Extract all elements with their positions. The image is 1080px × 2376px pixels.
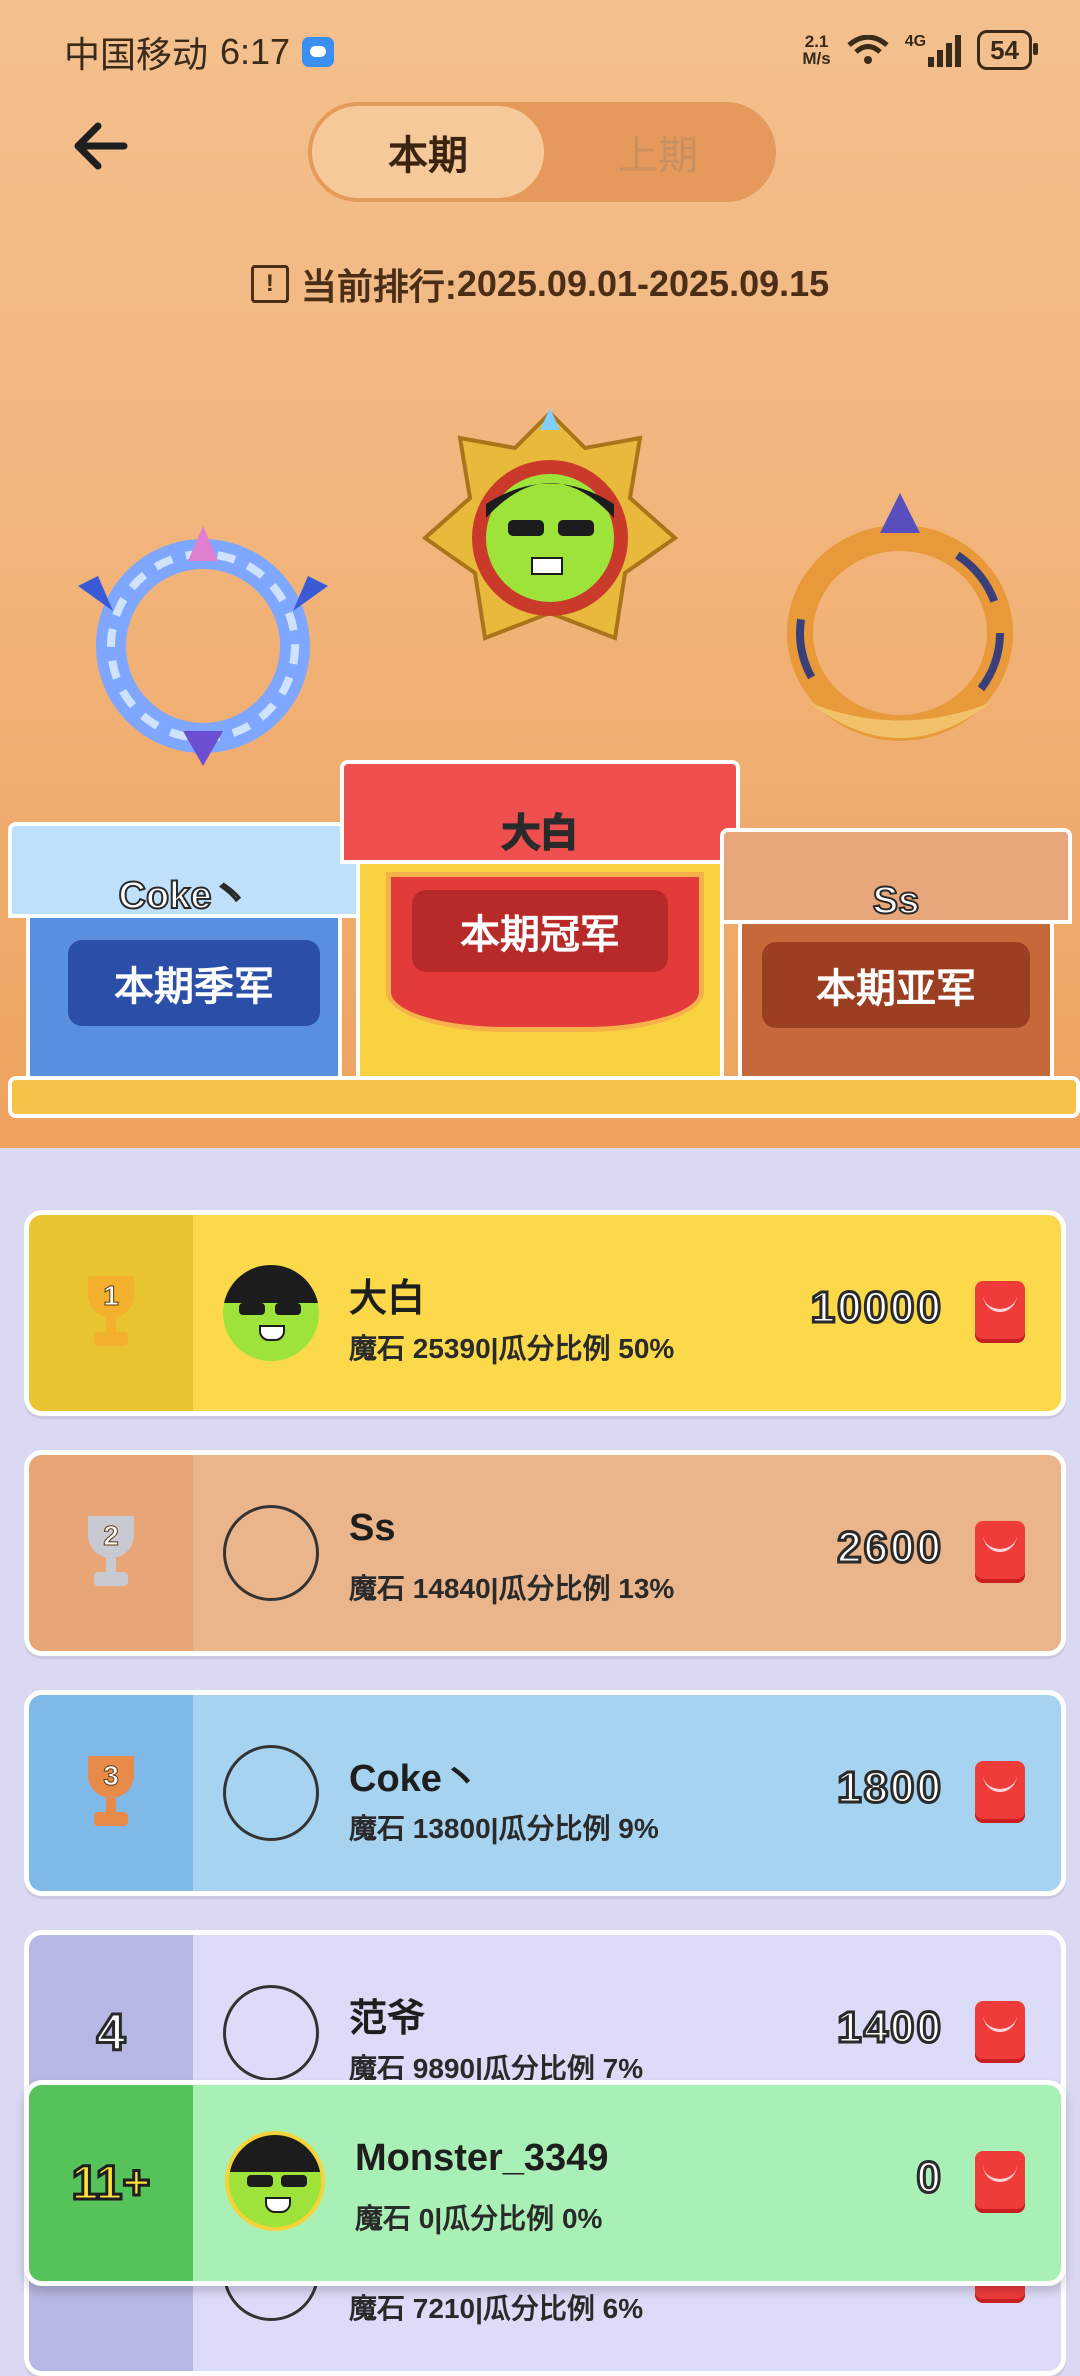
period-info: ! 当前排行: 2025.09.01-2025.09.15 [0, 258, 1080, 310]
weather-icon [302, 37, 335, 67]
rank-cell: 1 [29, 1215, 193, 1411]
red-envelope-icon [975, 2001, 1025, 2063]
podium-first-name: 大白 [501, 812, 579, 856]
my-stats: 魔石 0|瓜分比例 0% [355, 2203, 603, 2234]
username: Ss [349, 1507, 396, 1549]
user-stats: 魔石 14840|瓜分比例 13% [349, 1573, 675, 1604]
my-rank-row[interactable]: 11+ Monster_3349 魔石 0|瓜分比例 0% 0 [24, 2080, 1066, 2286]
my-prize: 0 [915, 2152, 943, 2204]
avatar [223, 1745, 319, 1841]
speed-value: 2.1 [804, 32, 829, 51]
rank-number: 1 [103, 1280, 120, 1312]
network-type: 4G [904, 33, 927, 50]
third-place-frame [78, 526, 328, 766]
podium-third: Coke丶 本期季军 [8, 822, 360, 1084]
carrier: 中国移动 [64, 34, 209, 75]
battery-indicator: 54 [977, 30, 1038, 70]
podium-third-name: Coke丶 [118, 874, 251, 918]
status-right: 2.1 M/s 4G 54 [802, 30, 1038, 70]
prize-amount: 1800 [836, 1762, 943, 1814]
prize-amount: 2600 [836, 1522, 943, 1574]
top-section: 中国移动 6:17 2.1 M/s 4G 54 本期 上期 ! 当前排行: 20… [0, 0, 1080, 1148]
username: Coke丶 [349, 1758, 480, 1800]
rank-number: 3 [103, 1760, 120, 1792]
red-envelope-icon [975, 1521, 1025, 1583]
my-rank-number: 11+ [70, 2155, 152, 2211]
my-rank-cell: 11+ [29, 2085, 193, 2281]
prize-amount: 1400 [836, 2002, 943, 2054]
period-label: 当前排行: [300, 266, 457, 307]
trophy-icon: 1 [80, 1276, 142, 1350]
signal-icon [928, 33, 962, 67]
status-left: 中国移动 6:17 [64, 26, 335, 78]
champion-frame [421, 408, 679, 641]
period-tabs: 本期 上期 [308, 102, 776, 202]
avatar [223, 1265, 319, 1361]
period-range: 2025.09.01-2025.09.15 [456, 263, 830, 304]
avatar [223, 1985, 319, 2081]
user-stats: 魔石 13800|瓜分比例 9% [349, 1813, 659, 1844]
red-envelope-icon [975, 1761, 1025, 1823]
tab-previous-period[interactable]: 上期 [544, 106, 772, 198]
podium-stage-base [8, 1076, 1080, 1118]
status-bar: 中国移动 6:17 2.1 M/s 4G 54 [0, 0, 1080, 100]
podium-first-title: 本期冠军 [412, 890, 668, 972]
avatar [223, 1505, 319, 1601]
info-icon: ! [250, 265, 289, 303]
red-envelope-icon [975, 2151, 1025, 2213]
rank-cell: 2 [29, 1455, 193, 1651]
trophy-icon: 3 [80, 1756, 142, 1830]
my-avatar [225, 2131, 325, 2231]
rank-cell: 3 [29, 1695, 193, 1891]
leaderboard-row[interactable]: 3 Coke丶魔石 13800|瓜分比例 9% 1800 [24, 1690, 1066, 1896]
arrow-left-icon[interactable] [70, 118, 130, 174]
leaderboard-row[interactable]: 1 大白魔石 25390|瓜分比例 50% 10000 [24, 1210, 1066, 1416]
podium-second: Ss 本期亚军 [720, 828, 1072, 1084]
speed-unit: M/s [802, 49, 831, 68]
red-envelope-icon [975, 1281, 1025, 1343]
user-stats: 魔石 7210|瓜分比例 6% [349, 2293, 644, 2324]
user-stats: 魔石 25390|瓜分比例 50% [349, 1333, 675, 1364]
rank-number: 2 [103, 1520, 120, 1552]
username: 范爷 [349, 1998, 426, 2040]
username: 大白 [349, 1278, 426, 1320]
rank-number: 4 [95, 2003, 127, 2064]
tab-current-period[interactable]: 本期 [312, 106, 544, 198]
network-speed: 2.1 M/s [802, 33, 830, 67]
podium-second-title: 本期亚军 [762, 942, 1030, 1028]
podium-second-name: Ss [872, 879, 920, 923]
leaderboard-row[interactable]: 2 Ss 魔石 14840|瓜分比例 13% 2600 [24, 1450, 1066, 1656]
my-username: Monster_3349 [355, 2137, 609, 2179]
second-place-frame [787, 493, 1013, 741]
clock: 6:17 [220, 31, 291, 72]
trophy-icon: 2 [80, 1516, 142, 1590]
podium-third-title: 本期季军 [68, 940, 320, 1026]
prize-amount: 10000 [809, 1282, 943, 1334]
wifi-icon [847, 35, 889, 64]
podium-first: 大白 本期冠军 [340, 760, 740, 1084]
